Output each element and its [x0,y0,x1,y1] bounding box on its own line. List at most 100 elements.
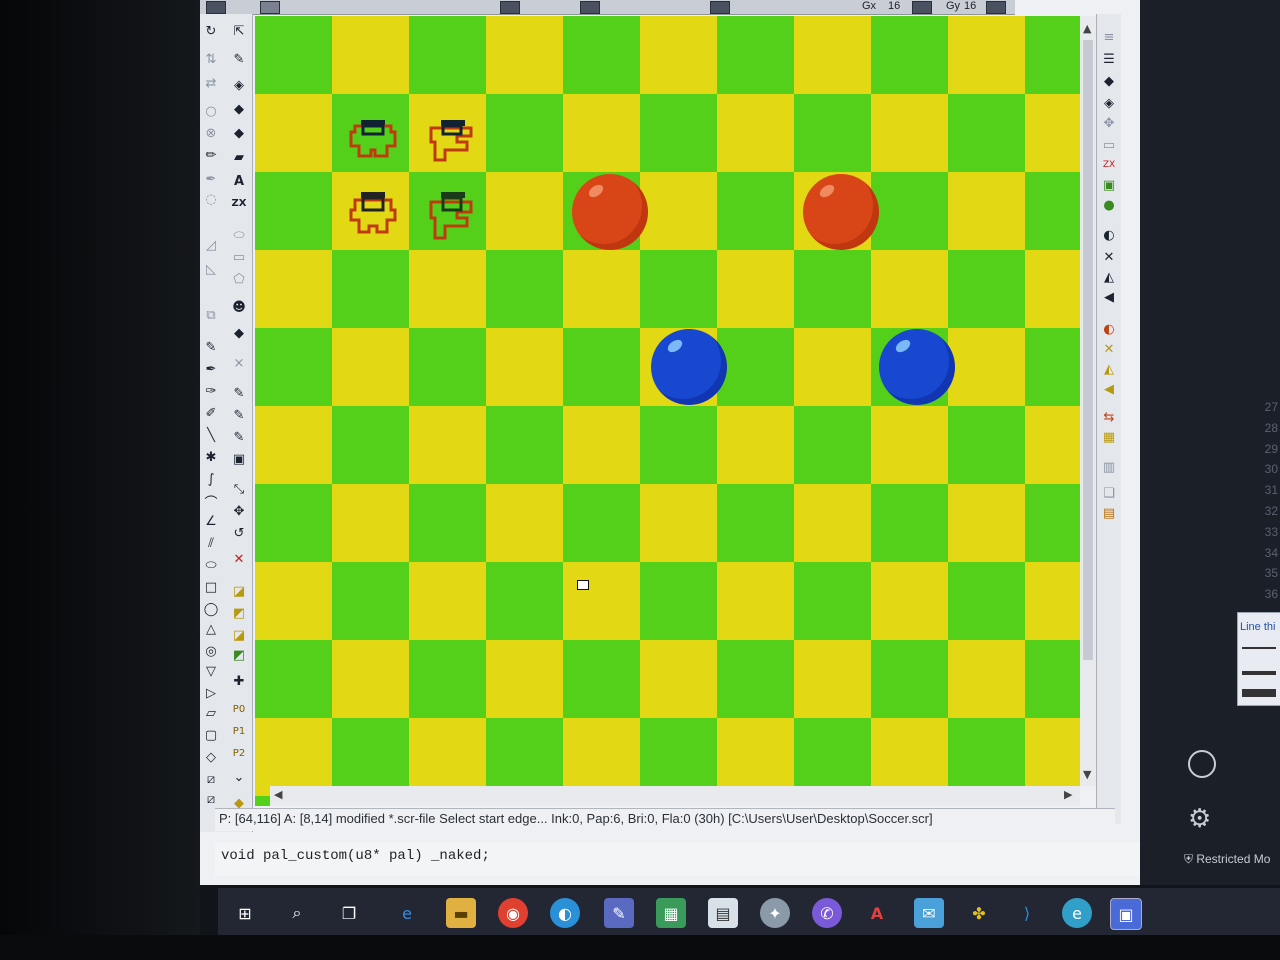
board-cell[interactable] [717,250,794,328]
yellow-flip-v-icon[interactable]: ◭ [1100,360,1118,378]
gx-value[interactable]: 16 [888,0,900,12]
board-cell[interactable] [486,94,563,172]
board-cell[interactable] [717,328,794,406]
cross-icon[interactable]: ✕ [1100,248,1118,266]
board-cell[interactable] [871,16,948,94]
board-cell[interactable] [255,640,332,718]
flip-icon[interactable]: ⇅ [202,50,220,68]
close-icon[interactable]: × [230,354,248,372]
eraser-icon[interactable]: ▰ [230,148,248,166]
board-cell[interactable] [1025,328,1080,406]
puzzle-app-icon[interactable]: ✤ [964,898,994,928]
board-cell[interactable] [255,250,332,328]
board-cell[interactable] [640,16,717,94]
board-cell[interactable] [794,406,871,484]
list-icon[interactable]: ≡ [1100,28,1118,46]
board-cell[interactable] [640,562,717,640]
settings-gear-icon[interactable]: ⚙ [1188,804,1211,834]
line-sample[interactable] [1242,689,1276,697]
rounded-rect-icon[interactable]: ▢ [202,726,220,744]
zx-red-icon[interactable]: ZX [1100,156,1118,174]
hatch-2-icon[interactable]: ⧄ [202,790,220,808]
board-cell[interactable] [409,562,486,640]
star-icon[interactable]: ✱ [202,448,220,466]
board-cell[interactable] [640,640,717,718]
attr-fill-1-icon[interactable]: ◪ [230,582,248,600]
restricted-mode-badge[interactable]: ⛨ Restricted Mo [1184,852,1270,867]
board-cell[interactable] [486,718,563,796]
board-cell[interactable] [332,16,409,94]
board-cell[interactable] [563,94,640,172]
board-cell[interactable] [409,406,486,484]
board-cell[interactable] [717,484,794,562]
vscode-icon[interactable]: ⟩ [1012,898,1042,928]
ellipse-icon[interactable]: ⬭ [230,226,248,244]
edge-dev-icon[interactable]: e [1062,898,1092,928]
board-cell[interactable] [640,250,717,328]
board-cell[interactable] [948,250,1025,328]
board-cell[interactable] [1025,640,1080,718]
red-half-icon[interactable]: ◐ [1100,320,1118,338]
file-explorer-icon[interactable]: ▬ [446,898,476,928]
board-cell[interactable] [871,172,948,250]
viber-icon[interactable]: ✆ [812,898,842,928]
curve-icon[interactable]: ∫ [202,470,220,488]
board-cell[interactable] [332,406,409,484]
spray-icon[interactable]: ◆ [230,100,248,118]
board-cell[interactable] [871,406,948,484]
shear-icon[interactable]: ◺ [202,260,220,278]
code-text[interactable]: void pal_custom(u8* pal) _naked; [221,848,490,864]
board-cell[interactable] [409,718,486,796]
page-1-button[interactable]: P1 [230,722,248,740]
polygon-icon[interactable]: ⬠ [230,270,248,288]
board-cell[interactable] [409,484,486,562]
board-cell[interactable] [717,172,794,250]
pen-copy-icon[interactable]: ✎ [230,406,248,424]
gy-dropdown[interactable] [986,1,1006,14]
edge-icon[interactable]: e [392,898,422,928]
board-cell[interactable] [255,172,332,250]
board-cell[interactable] [332,250,409,328]
board-cell[interactable] [871,484,948,562]
grid-icon[interactable]: ▦ [1100,428,1118,446]
board-cell[interactable] [948,718,1025,796]
vertical-scrollbar[interactable]: ▲ ▼ [1080,16,1096,786]
board-cell[interactable] [794,562,871,640]
edge-new-icon[interactable]: ◐ [550,898,580,928]
parallel-icon[interactable]: ⫽ [202,534,220,552]
toolbar-icon[interactable] [710,1,730,14]
board-cell[interactable] [563,250,640,328]
board-cell[interactable] [332,328,409,406]
delete-icon[interactable]: ✕ [230,550,248,568]
pinned-app-icon[interactable]: ✦ [760,898,790,928]
bucket-right-icon[interactable]: ◈ [1100,94,1118,112]
plus-icon[interactable]: ✚ [230,672,248,690]
yellow-cross-icon[interactable]: ✕ [1100,340,1118,358]
board-cell[interactable] [871,718,948,796]
arrow-right-tri-icon[interactable]: ▷ [202,684,220,702]
expand-down-icon[interactable]: ⌄ [230,768,248,786]
move-icon[interactable]: ✥ [230,502,248,520]
board-cell[interactable] [486,640,563,718]
menu-icon[interactable]: ☰ [1100,50,1118,68]
board-cell[interactable] [871,640,948,718]
swap-icon[interactable]: ⇆ [1100,408,1118,426]
board-cell[interactable] [948,484,1025,562]
chrome-icon[interactable]: ◉ [498,898,528,928]
horizontal-scrollbar[interactable]: ◀ ▶ [270,786,1080,806]
attr-fill-4-icon[interactable]: ◩ [230,646,248,664]
board-cell[interactable] [794,328,871,406]
lasso-icon[interactable]: ⊗ [202,124,220,142]
board-cell[interactable] [1025,406,1080,484]
board-cell[interactable] [948,562,1025,640]
angle-icon[interactable]: ∠ [202,512,220,530]
board-cell[interactable] [794,16,871,94]
board-cell[interactable] [563,16,640,94]
rotate-icon[interactable]: ↻ [202,22,220,40]
board-cell[interactable] [871,562,948,640]
scroll-right-icon[interactable]: ▶ [1064,788,1072,801]
flip-v-icon[interactable]: ◭ [1100,268,1118,286]
board-cell[interactable] [563,640,640,718]
palette-icon[interactable]: ▤ [1100,504,1118,522]
select-help-icon[interactable]: ⇱ [230,22,248,40]
